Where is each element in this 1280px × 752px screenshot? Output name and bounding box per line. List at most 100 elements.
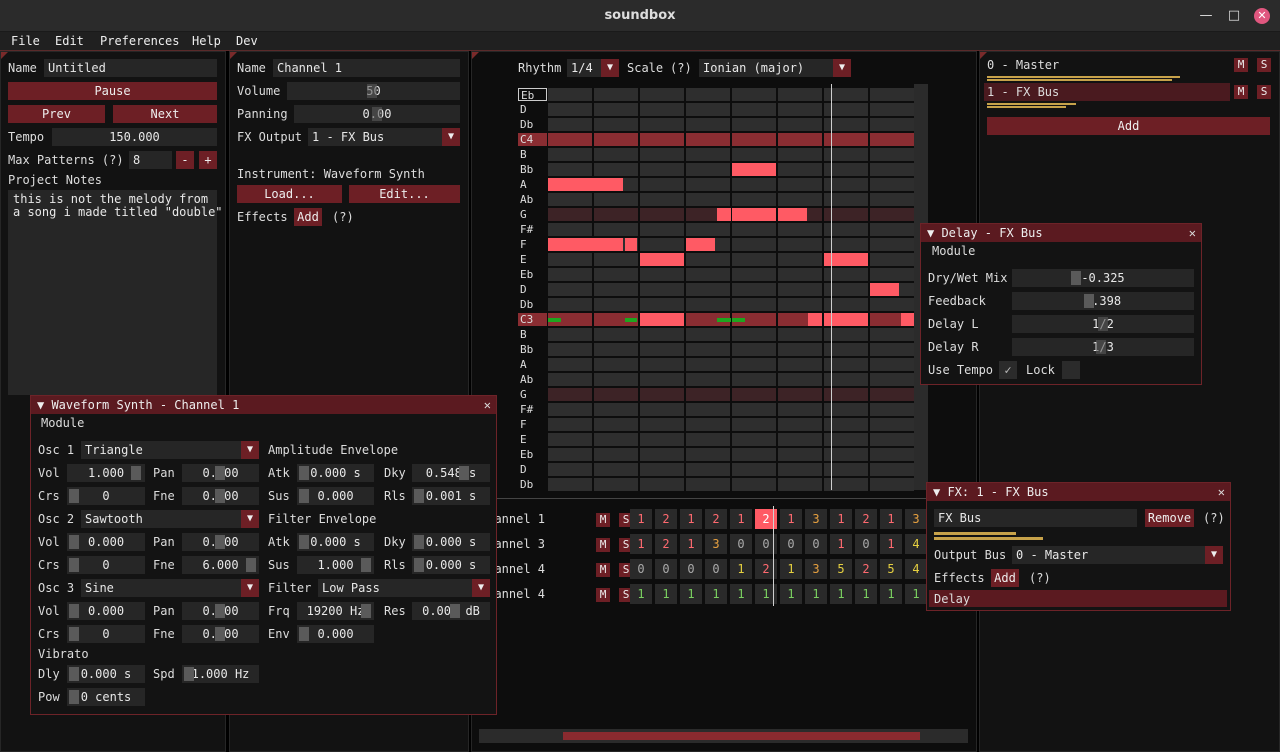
grid-cell[interactable]: [594, 163, 638, 176]
pattern-cell[interactable]: 1: [630, 534, 652, 554]
grid-cell[interactable]: [732, 268, 776, 281]
pitch-label-19[interactable]: Ab: [518, 373, 547, 386]
vibrato-power-slider[interactable]: 0 cents: [67, 688, 145, 706]
note-block[interactable]: [640, 253, 684, 266]
grid-cell[interactable]: [686, 118, 730, 131]
grid-cell[interactable]: [686, 433, 730, 446]
pattern-cell[interactable]: 1: [630, 584, 652, 604]
grid-cell[interactable]: [640, 193, 684, 206]
maximize-icon[interactable]: □: [1226, 8, 1242, 24]
grid-cell[interactable]: [686, 193, 730, 206]
pattern-cell[interactable]: 4: [905, 559, 927, 579]
pattern-cell[interactable]: 1: [680, 509, 702, 529]
grid-cell[interactable]: [686, 178, 730, 191]
filter-resonance-slider[interactable]: 0.000 dB: [412, 602, 490, 620]
pitch-row[interactable]: [548, 478, 914, 491]
load-instrument-button[interactable]: Load...: [237, 185, 342, 203]
pattern-cell[interactable]: 2: [855, 509, 877, 529]
pitch-row[interactable]: [548, 463, 914, 476]
pitch-label-21[interactable]: F#: [518, 403, 547, 416]
grid-cell[interactable]: [640, 373, 684, 386]
grid-cell[interactable]: [640, 208, 684, 221]
grid-cell[interactable]: [732, 283, 776, 296]
grid-cell[interactable]: [594, 118, 638, 131]
grid-cell[interactable]: [732, 478, 776, 491]
grid-cell[interactable]: [640, 163, 684, 176]
grid-cell[interactable]: [548, 208, 592, 221]
grid-cell[interactable]: [594, 193, 638, 206]
window-titlebar[interactable]: ▼ Waveform Synth - Channel 1 ✕: [31, 396, 496, 414]
grid-cell[interactable]: [548, 133, 592, 146]
pitch-row[interactable]: [548, 403, 914, 416]
pitch-label-16[interactable]: B: [518, 328, 547, 341]
grid-cell[interactable]: [594, 463, 638, 476]
grid-cell[interactable]: [548, 88, 592, 101]
grid-cell[interactable]: [870, 403, 914, 416]
grid-cell[interactable]: [778, 478, 822, 491]
grid-cell[interactable]: [594, 373, 638, 386]
grid-cell[interactable]: [870, 268, 914, 281]
note-block[interactable]: [548, 178, 623, 191]
edit-instrument-button[interactable]: Edit...: [349, 185, 460, 203]
grid-cell[interactable]: [870, 298, 914, 311]
note-block[interactable]: [717, 208, 731, 221]
grid-cell[interactable]: [548, 388, 592, 401]
grid-cell[interactable]: [732, 253, 776, 266]
pitch-label-22[interactable]: F: [518, 418, 547, 431]
grid-cell[interactable]: [870, 118, 914, 131]
pattern-cell[interactable]: 1: [830, 534, 852, 554]
delay-l-slider[interactable]: 1/2: [1012, 315, 1194, 333]
pattern-cell[interactable]: 2: [655, 534, 677, 554]
pitch-label-10[interactable]: F: [518, 238, 547, 251]
pattern-cell[interactable]: 1: [880, 509, 902, 529]
grid-cell[interactable]: [732, 298, 776, 311]
window-titlebar[interactable]: ▼ Delay - FX Bus ✕: [921, 224, 1201, 242]
pattern-cell[interactable]: 1: [905, 584, 927, 604]
pattern-cell[interactable]: 2: [705, 509, 727, 529]
osc1-wave-dropdown[interactable]: Triangle ▼: [81, 441, 259, 459]
grid-cell[interactable]: [548, 103, 592, 116]
pattern-cell[interactable]: 0: [805, 534, 827, 554]
pattern-cell[interactable]: 1: [805, 584, 827, 604]
scale-help[interactable]: (?): [670, 61, 692, 75]
grid-cell[interactable]: [732, 463, 776, 476]
grid-cell[interactable]: [778, 133, 822, 146]
grid-cell[interactable]: [870, 238, 914, 251]
add-effect-button[interactable]: Add: [294, 208, 322, 226]
grid-cell[interactable]: [640, 343, 684, 356]
grid-cell[interactable]: [778, 343, 822, 356]
pitch-row[interactable]: [548, 163, 914, 176]
pitch-label-18[interactable]: A: [518, 358, 547, 371]
pattern-cell[interactable]: 1: [855, 584, 877, 604]
pitch-label-9[interactable]: F#: [518, 223, 547, 236]
grid-cell[interactable]: [548, 163, 592, 176]
channel-mute-button[interactable]: M: [596, 538, 610, 552]
grid-cell[interactable]: [594, 418, 638, 431]
filter-attack-slider[interactable]: 0.000 s: [297, 533, 374, 551]
amp-sustain-slider[interactable]: 0.000: [297, 487, 374, 505]
grid-cell[interactable]: [548, 418, 592, 431]
osc3-fine-slider[interactable]: 0.000: [182, 625, 259, 643]
filter-decay-slider[interactable]: 0.000 s: [412, 533, 490, 551]
pattern-cell[interactable]: 1: [830, 509, 852, 529]
minimize-icon[interactable]: —: [1198, 8, 1214, 24]
note-block[interactable]: [640, 313, 684, 326]
grid-cell[interactable]: [732, 238, 776, 251]
grid-cell[interactable]: [778, 193, 822, 206]
grid-cell[interactable]: [686, 373, 730, 386]
grid-cell[interactable]: [640, 133, 684, 146]
grid-cell[interactable]: [686, 463, 730, 476]
use-tempo-checkbox[interactable]: ✓: [999, 361, 1017, 379]
grid-cell[interactable]: [594, 478, 638, 491]
pitch-label-23[interactable]: E: [518, 433, 547, 446]
grid-cell[interactable]: [870, 448, 914, 461]
tempo-input[interactable]: 150.000: [52, 128, 217, 146]
pitch-row[interactable]: [548, 328, 914, 341]
grid-cell[interactable]: [640, 328, 684, 341]
pitch-row[interactable]: [548, 418, 914, 431]
note-block[interactable]: [901, 313, 914, 326]
grid-cell[interactable]: [686, 103, 730, 116]
filter-sustain-slider[interactable]: 1.000: [297, 556, 374, 574]
note-block[interactable]: [778, 208, 807, 221]
remove-bus-button[interactable]: Remove: [1145, 509, 1194, 527]
